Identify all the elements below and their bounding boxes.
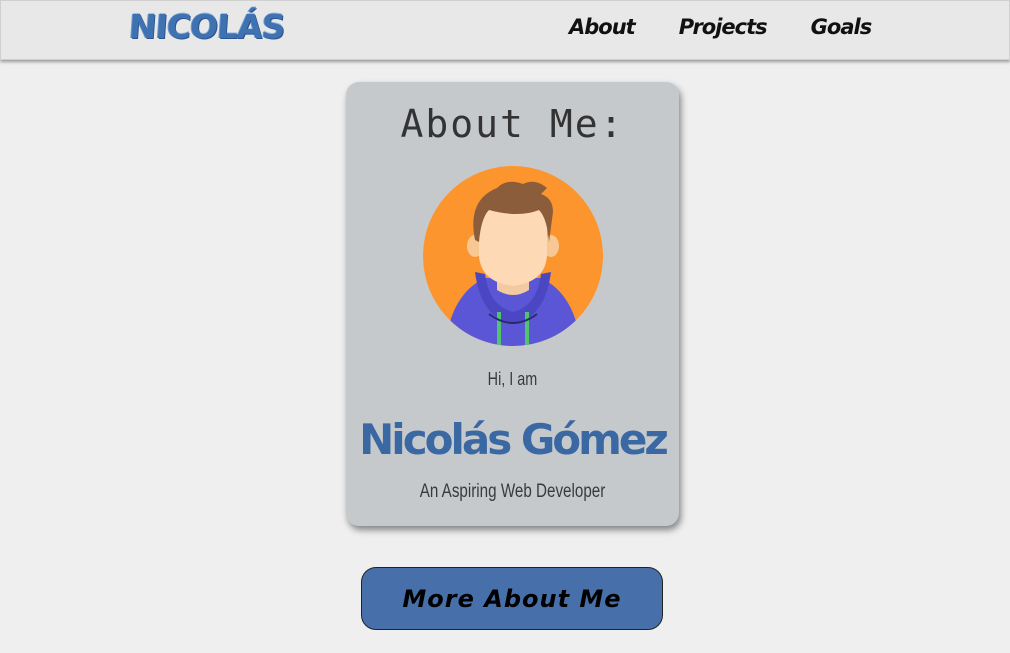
greeting-text: Hi, I am bbox=[487, 369, 538, 389]
main-nav: About Projects Goals bbox=[569, 15, 873, 39]
site-logo[interactable]: NICOLÁS bbox=[128, 7, 286, 46]
top-navbar: NICOLÁS About Projects Goals bbox=[0, 0, 1010, 60]
nav-link-goals[interactable]: Goals bbox=[811, 15, 873, 39]
nav-link-about[interactable]: About bbox=[569, 15, 636, 39]
more-about-me-button[interactable]: More About Me bbox=[361, 567, 663, 630]
about-card: About Me: Hi, I am Nicolás Gómez An Aspi… bbox=[346, 82, 679, 526]
card-title: About Me: bbox=[400, 102, 625, 146]
avatar-icon bbox=[423, 166, 603, 346]
nav-link-projects[interactable]: Projects bbox=[679, 15, 768, 39]
profile-role: An Aspiring Web Developer bbox=[419, 481, 606, 502]
profile-name: Nicolás Gómez bbox=[359, 415, 669, 464]
